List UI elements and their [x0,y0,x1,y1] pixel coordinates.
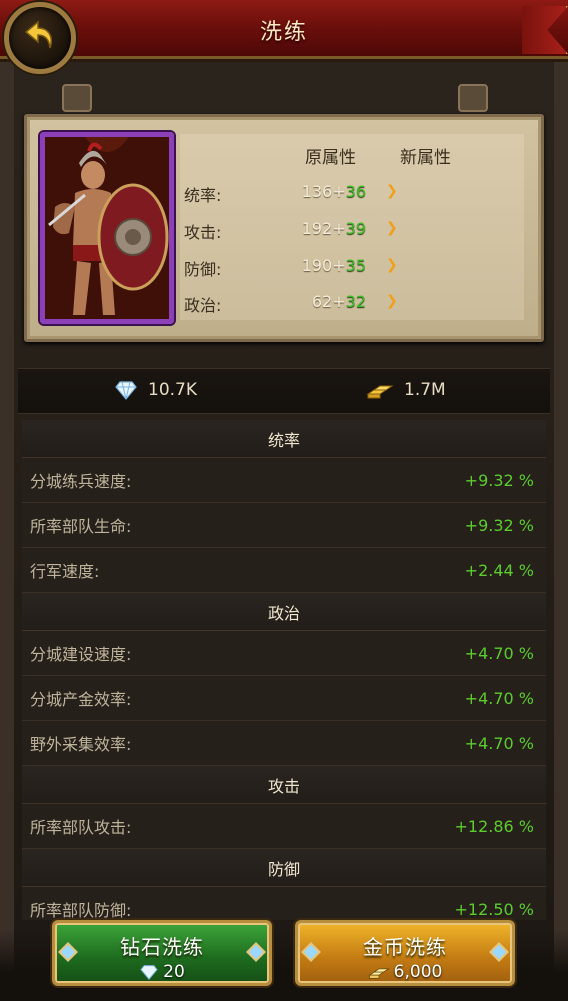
stat-value-politics: 62+32 [311,292,366,311]
list-item: 分城建设速度: +4.70 % [22,631,546,676]
stat-value-defense: 190+35 [301,256,366,275]
column-original-attributes: 原属性 [305,148,356,168]
arrow-right-icon: ❯ [386,293,398,309]
stat-label-attack: 攻击: [184,223,222,242]
arrow-right-icon: ❯ [386,257,398,273]
list-item: 分城产金效率: +4.70 % [22,676,546,721]
section-header-attack: 攻击 [22,766,546,804]
section-header-politics: 政治 [22,593,546,631]
hero-portrait [40,132,174,324]
list-item: 所率部队防御: +12.50 % [22,887,546,920]
list-item: 行军速度: +2.44 % [22,548,546,593]
diamond-balance: 10.7K [114,380,197,400]
gold-refine-cost: 6,000 [298,962,512,982]
resource-bar [18,368,550,414]
gold-amount: 1.7M [404,380,446,400]
list-item: 所率部队生命: +9.32 % [22,503,546,548]
diamond-refine-cost: 20 [55,962,269,982]
gold-refine-label: 金币洗练 [363,935,447,959]
diamond-refine-button[interactable]: 钻石洗练 20 [52,920,272,986]
arrow-right-icon: ❯ [386,220,398,236]
chain-ornament-right [458,84,488,112]
diamond-icon [140,965,158,980]
diamond-icon [115,381,137,400]
diamond-refine-label: 钻石洗练 [120,935,204,959]
gold-balance: 1.7M [366,380,446,400]
list-item: 野外采集效率: +4.70 % [22,721,546,766]
gold-bars-icon [367,968,390,979]
attribute-list[interactable]: 统率 分城练兵速度: +9.32 % 所率部队生命: +9.32 % 行军速度: +2… [22,420,546,920]
stat-label-command: 统率: [184,186,222,205]
gold-bars-icon [366,385,394,399]
section-header-defense: 防御 [22,849,546,887]
arrow-right-icon: ❯ [386,183,398,199]
stat-value-attack: 192+39 [301,219,366,238]
list-item: 所率部队攻击: +12.86 % [22,804,546,849]
header-bar: 洗练 [0,0,568,62]
list-item: 分城练兵速度: +9.32 % [22,458,546,503]
stat-label-politics: 政治: [184,296,222,315]
section-header-command: 统率 [22,420,546,458]
chain-ornament-left [62,84,92,112]
stat-label-defense: 防御: [184,260,222,279]
back-button[interactable] [4,2,76,74]
column-new-attributes: 新属性 [400,148,451,168]
page-title: 洗练 [259,20,308,45]
gold-refine-button[interactable]: 金币洗练 6,000 [295,920,515,986]
back-arrow-icon [24,20,52,49]
diamond-amount: 10.7K [148,380,197,400]
stat-value-command: 136+36 [301,182,366,201]
spartan-warrior-icon [45,137,169,319]
